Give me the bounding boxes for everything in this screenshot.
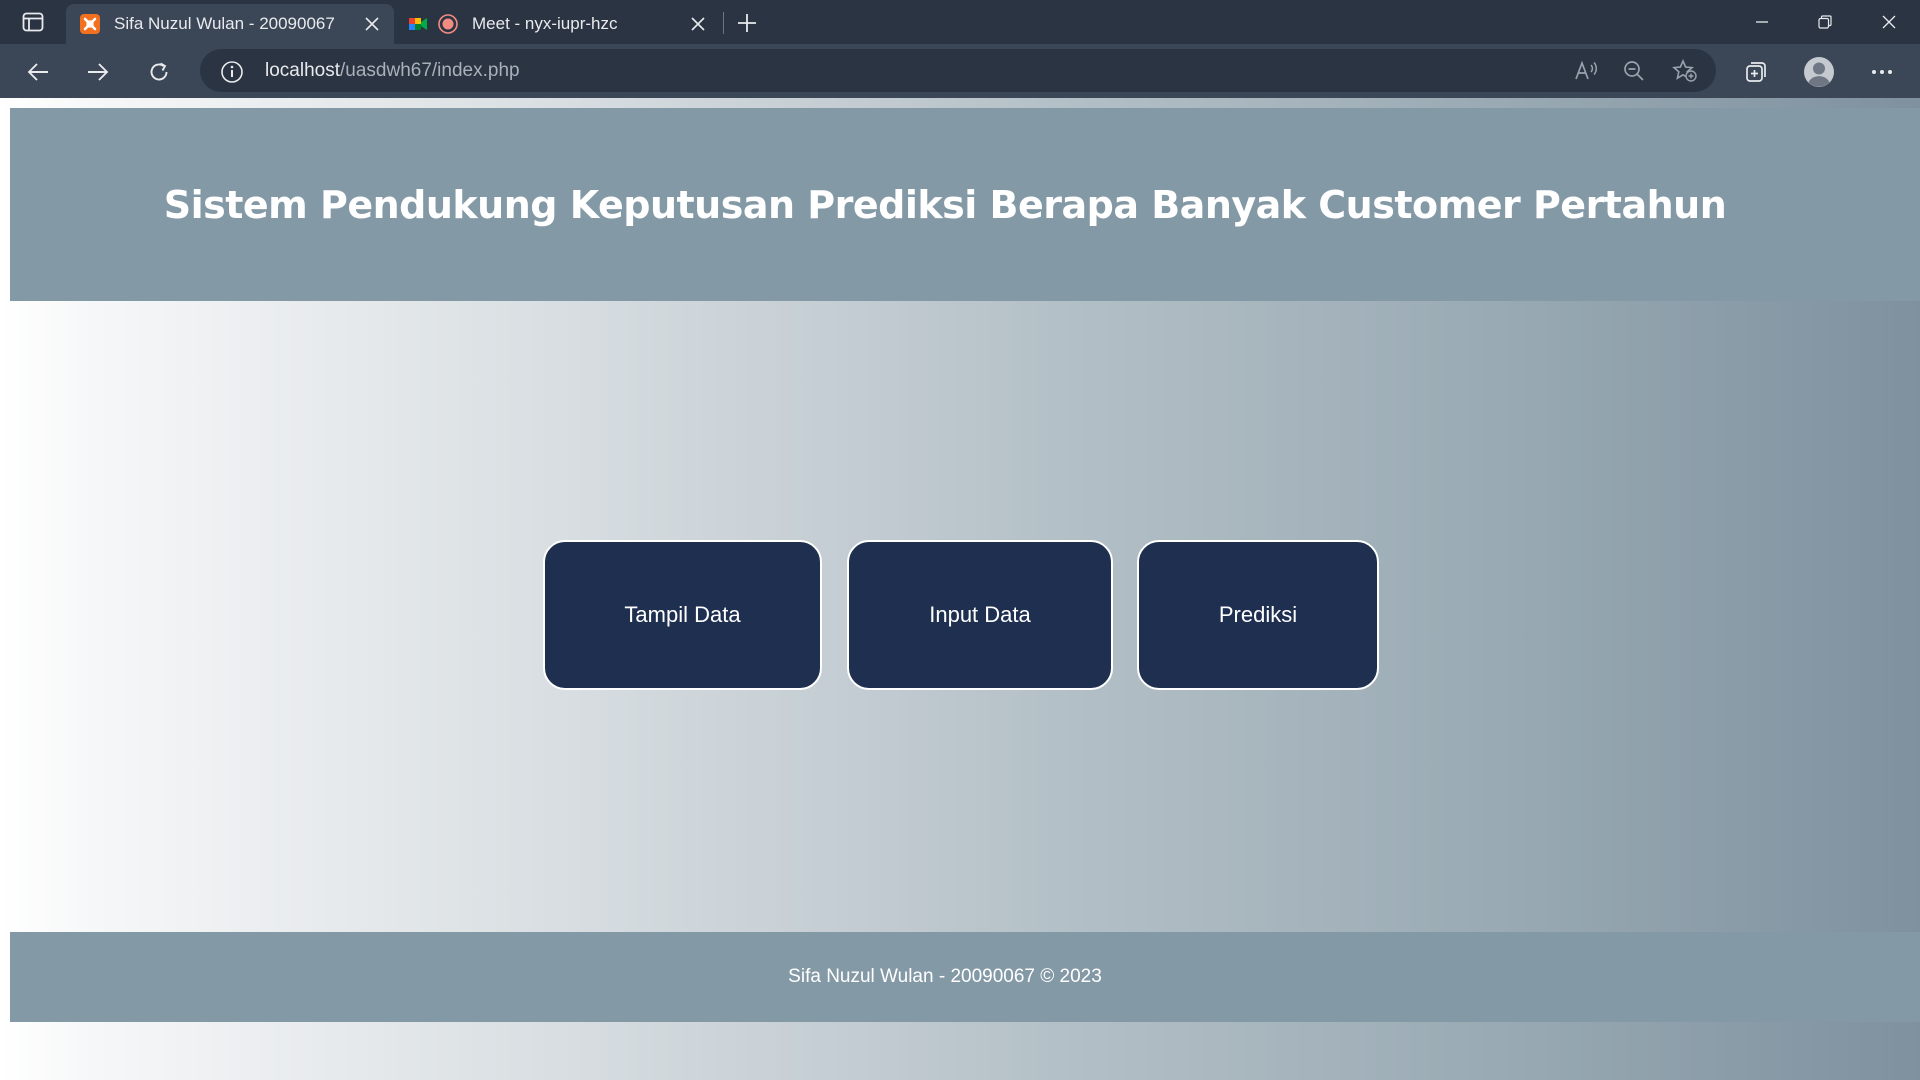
- input-data-button[interactable]: Input Data: [847, 540, 1113, 690]
- url-path: /uasdwh67/index.php: [340, 60, 520, 81]
- new-tab-button[interactable]: [732, 8, 762, 38]
- site-footer: Sifa Nuzul Wulan - 20090067 © 2023: [10, 932, 1920, 1022]
- tab-title: Meet - nyx-iupr-hzc: [472, 14, 618, 33]
- recording-icon: [438, 14, 458, 34]
- ellipsis-icon: [1872, 70, 1892, 74]
- tampil-data-button[interactable]: Tampil Data: [543, 540, 822, 690]
- close-window-button[interactable]: [1858, 0, 1920, 44]
- url-text[interactable]: localhost/uasdwh67/index.php: [265, 60, 520, 82]
- tab-title: Sifa Nuzul Wulan - 20090067: [114, 14, 335, 33]
- browser-tab-bar: Sifa Nuzul Wulan - 20090067 Meet - nyx-i…: [0, 0, 1920, 44]
- tab-google-meet[interactable]: Meet - nyx-iupr-hzc: [400, 4, 720, 44]
- close-icon: [1882, 15, 1896, 29]
- site-info-icon[interactable]: [220, 60, 244, 84]
- minimize-button[interactable]: [1731, 0, 1793, 44]
- restore-icon: [1818, 15, 1832, 29]
- refresh-button[interactable]: [141, 54, 177, 90]
- add-favorite-icon[interactable]: [1671, 57, 1699, 85]
- back-button[interactable]: [20, 54, 56, 90]
- close-tab-icon[interactable]: [358, 10, 386, 38]
- arrow-left-icon: [27, 63, 48, 81]
- xampp-icon: [80, 14, 100, 34]
- prediksi-button[interactable]: Prediksi: [1137, 540, 1379, 690]
- minimize-icon: [1756, 21, 1768, 23]
- page-title: Sistem Pendukung Keputusan Prediksi Bera…: [163, 182, 1727, 227]
- avatar: [1804, 57, 1834, 87]
- page-viewport: Sistem Pendukung Keputusan Prediksi Bera…: [0, 98, 1920, 1080]
- refresh-icon: [150, 62, 168, 81]
- address-bar[interactable]: localhost/uasdwh67/index.php: [200, 49, 1716, 92]
- restore-button[interactable]: [1794, 0, 1856, 44]
- arrow-right-icon: [88, 63, 109, 81]
- google-meet-icon: [408, 14, 428, 34]
- footer-text: Sifa Nuzul Wulan - 20090067 © 2023: [788, 966, 1102, 987]
- tab-sifa-nuzul-wulan[interactable]: Sifa Nuzul Wulan - 20090067: [66, 4, 394, 44]
- forward-button[interactable]: [80, 54, 116, 90]
- plus-icon: [738, 14, 756, 32]
- site-header: Sistem Pendukung Keputusan Prediksi Bera…: [10, 108, 1920, 301]
- profile-button[interactable]: [1800, 53, 1838, 91]
- zoom-out-icon[interactable]: [1620, 57, 1648, 85]
- close-tab-icon[interactable]: [684, 10, 712, 38]
- tab-actions-icon[interactable]: [18, 10, 48, 34]
- collections-icon: [1746, 62, 1766, 82]
- read-aloud-icon[interactable]: [1573, 57, 1601, 85]
- tab-divider: [723, 12, 724, 34]
- url-host: localhost: [265, 60, 340, 81]
- browser-toolbar: localhost/uasdwh67/index.php: [0, 44, 1920, 98]
- more-options-button[interactable]: [1863, 53, 1901, 91]
- collections-button[interactable]: [1737, 53, 1775, 91]
